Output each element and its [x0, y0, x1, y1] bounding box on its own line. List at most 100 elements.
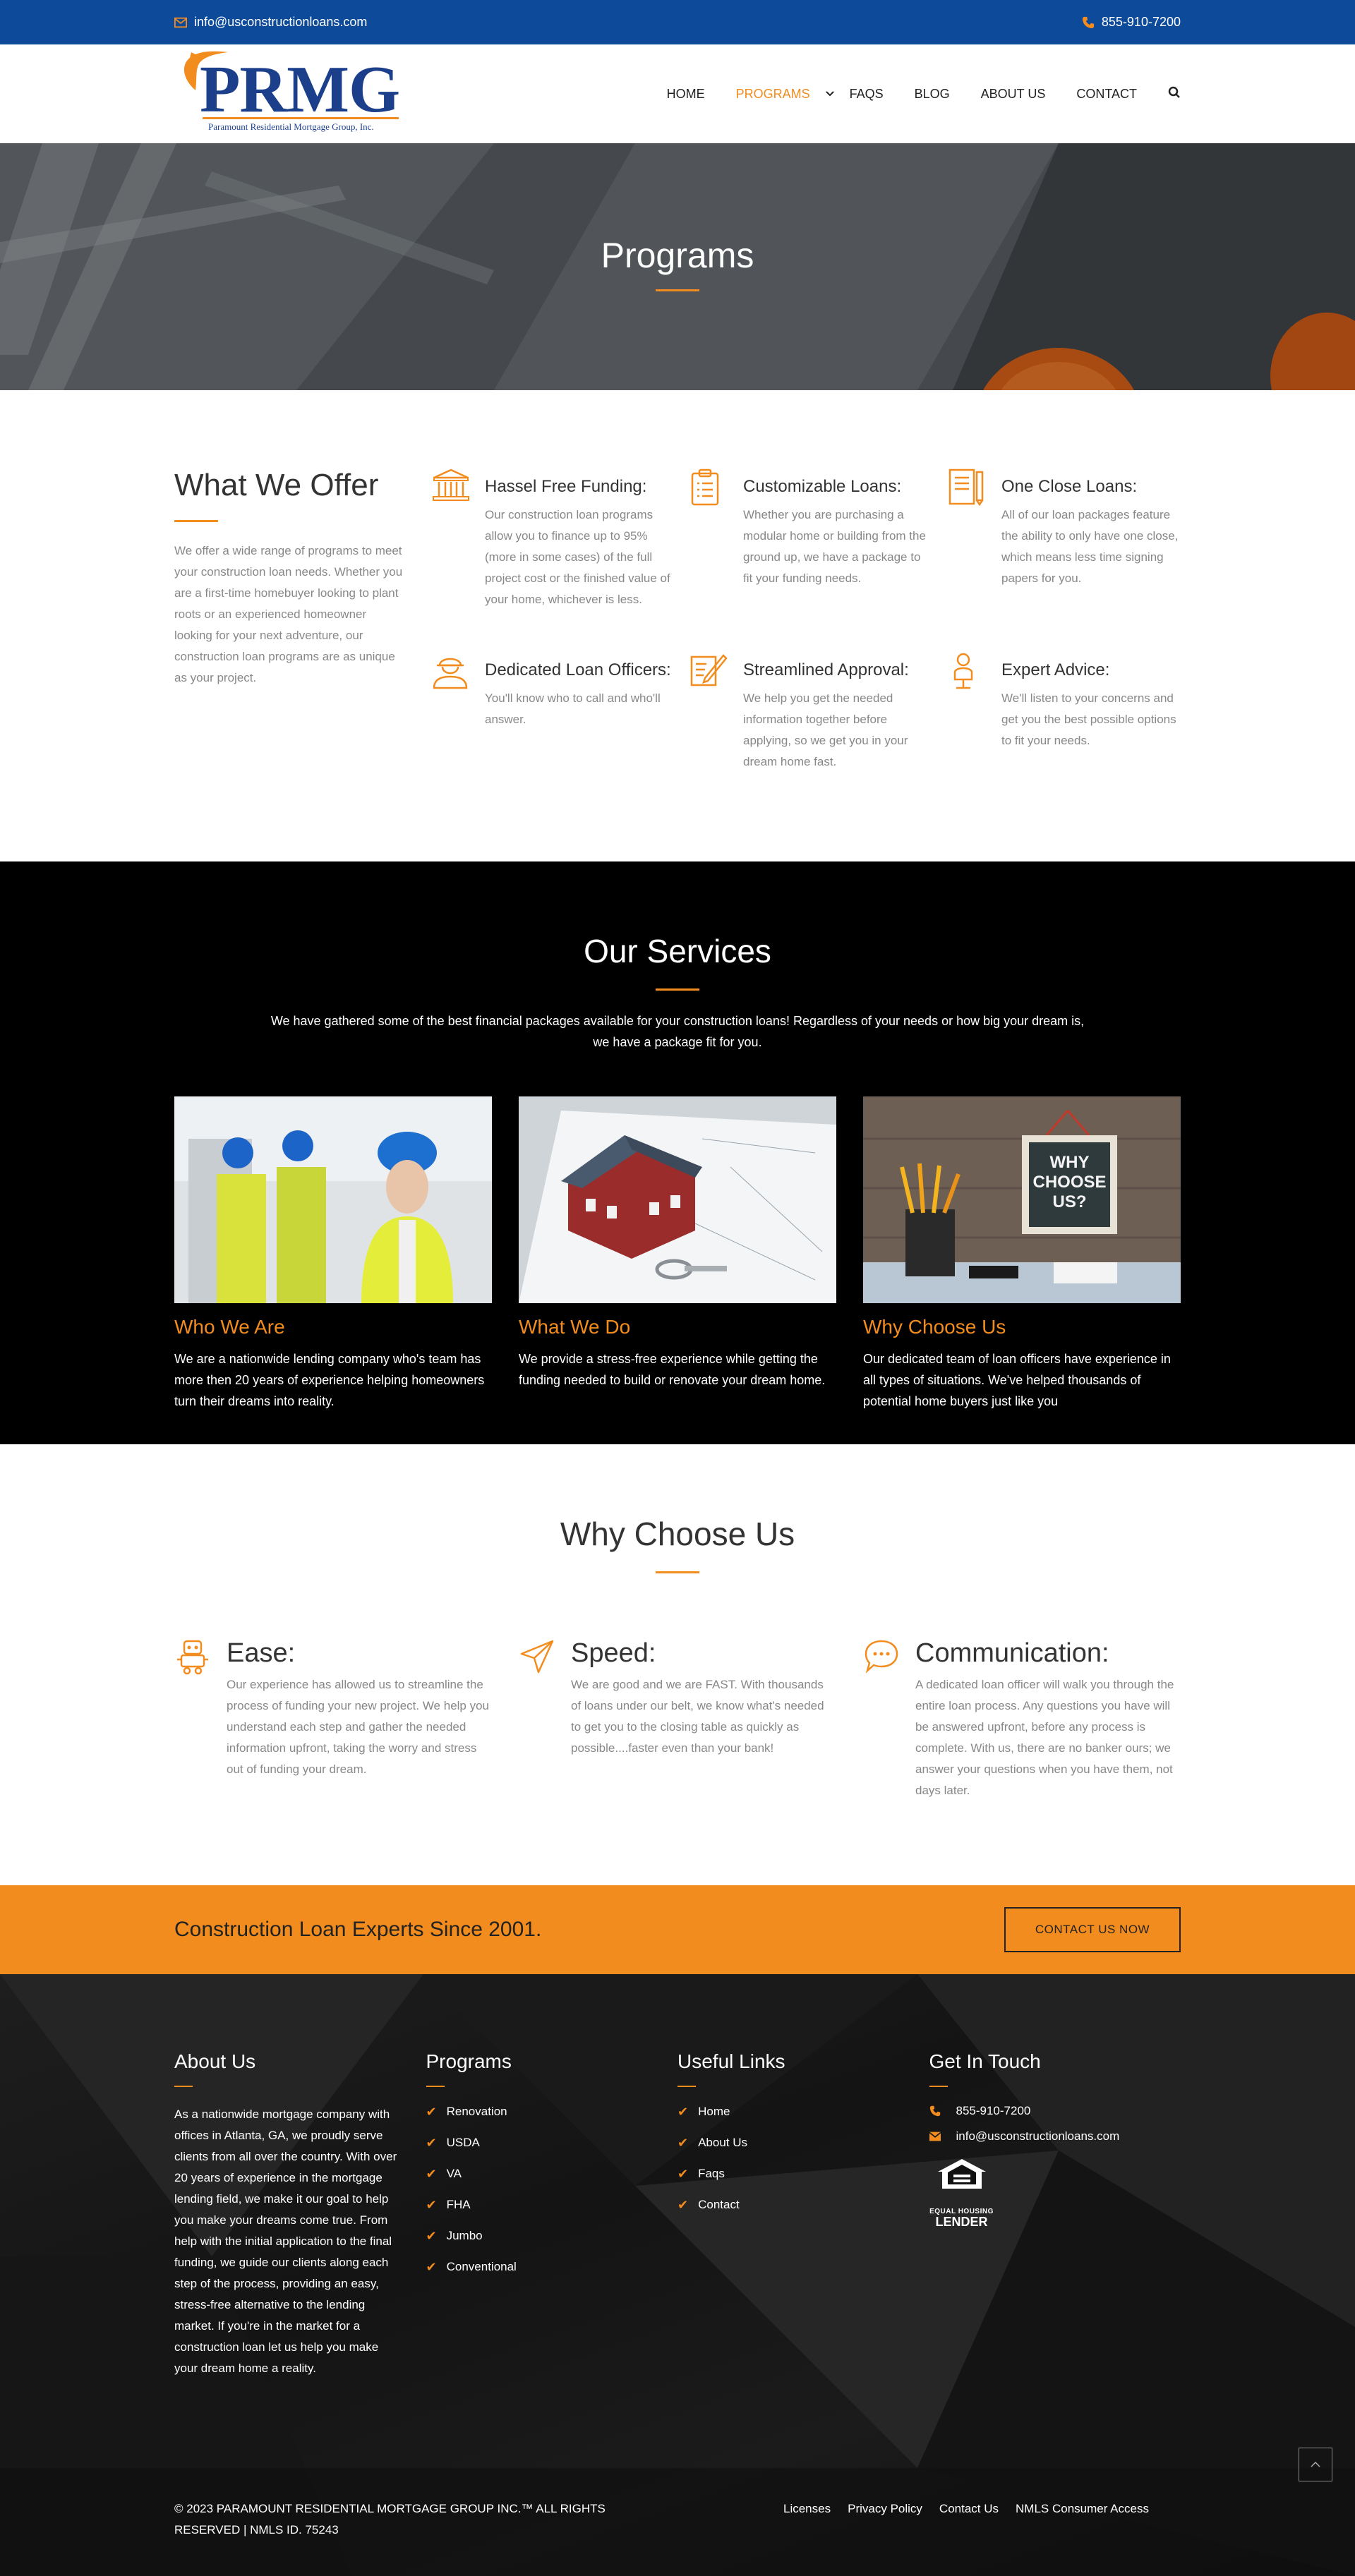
- main-nav: HOME PROGRAMS FAQS BLOG ABOUT US CONTACT: [651, 86, 1181, 102]
- footer-useful-link[interactable]: ✔ Faqs: [678, 2166, 929, 2182]
- advisor-icon: [953, 653, 973, 689]
- robot-icon: [177, 1640, 208, 1675]
- feature-text: We'll listen to your concerns and get yo…: [1001, 691, 1176, 747]
- footer-phone[interactable]: 855-910-7200: [929, 2104, 1181, 2118]
- footer-columns: About Us As a nationwide mortgage compan…: [174, 1974, 1181, 2379]
- footer-email[interactable]: info@usconstructionloans.com: [929, 2129, 1181, 2143]
- why-item-title: Speed:: [571, 1638, 656, 1668]
- check-icon: ✔: [426, 2229, 437, 2243]
- nav-blog-label: BLOG: [914, 86, 950, 101]
- check-icon: ✔: [678, 2198, 689, 2212]
- clipboard-icon: [691, 468, 719, 506]
- ehl-line2: LENDER: [935, 2215, 988, 2229]
- check-icon: ✔: [426, 2198, 437, 2212]
- nav-faqs[interactable]: FAQS: [850, 87, 899, 102]
- why-item: Ease: Our experience has allowed us to st…: [174, 1638, 492, 1801]
- feature-item: Expert Advice: We'll listen to your conce…: [948, 651, 1181, 773]
- nmls-consumer-access-link[interactable]: NMLS Consumer Access: [1016, 2498, 1149, 2520]
- footer-program-link[interactable]: ✔ VA: [426, 2166, 678, 2182]
- service-card-text: We are a nationwide lending company who'…: [174, 1352, 485, 1408]
- site-header: PRMG Paramount Residential Mortgage Grou…: [0, 44, 1355, 143]
- services-title: Our Services: [584, 933, 771, 969]
- service-card: Who We Are We are a nationwide lending c…: [174, 1096, 492, 1412]
- footer-underline: [426, 2086, 445, 2087]
- our-services-section: Our Services We have gathered some of th…: [0, 861, 1355, 1444]
- footer-underline: [174, 2086, 193, 2087]
- footer-program-label: Conventional: [446, 2260, 517, 2273]
- phone-icon: [1082, 16, 1094, 28]
- page-hero: Programs: [0, 143, 1355, 390]
- feature-item: Hassel Free Funding: Our construction loa…: [431, 468, 689, 610]
- nav-programs[interactable]: PROGRAMS: [721, 87, 850, 102]
- site-footer: About Us As a nationwide mortgage compan…: [0, 1974, 1355, 2576]
- logo-subtitle: Paramount Residential Mortgage Group, In…: [208, 121, 374, 132]
- check-icon: ✔: [426, 2167, 437, 2181]
- nav-programs-label: PROGRAMS: [735, 86, 810, 101]
- footer-phone-text: 855-910-7200: [956, 2104, 1031, 2117]
- check-icon: ✔: [678, 2136, 689, 2150]
- feature-item: Dedicated Loan Officers: You'll know who …: [431, 651, 689, 773]
- footer-program-label: Renovation: [446, 2105, 507, 2118]
- search-button[interactable]: [1152, 86, 1181, 102]
- cta-text: Construction Loan Experts Since 2001.: [174, 1918, 542, 1941]
- footer-program-link[interactable]: ✔ USDA: [426, 2135, 678, 2151]
- back-to-top-button[interactable]: [1299, 2448, 1332, 2481]
- feature-item: Customizable Loans: Whether you are purch…: [689, 468, 948, 610]
- licenses-link[interactable]: Licenses: [783, 2498, 831, 2520]
- footer-useful-link[interactable]: ✔ About Us: [678, 2135, 929, 2151]
- nav-contact[interactable]: CONTACT: [1061, 87, 1152, 102]
- footer-program-link[interactable]: ✔ Renovation: [426, 2104, 678, 2120]
- chevron-down-icon: [825, 91, 834, 97]
- pen-paper-icon: [690, 654, 728, 687]
- phone-icon: [929, 2105, 940, 2117]
- why-item-title: Ease:: [227, 1638, 296, 1668]
- nav-blog[interactable]: BLOG: [899, 87, 965, 102]
- cta-banner: Construction Loan Experts Since 2001. CO…: [0, 1885, 1355, 1974]
- footer-useful-link[interactable]: ✔ Home: [678, 2104, 929, 2120]
- house-model-image: [519, 1096, 836, 1303]
- privacy-policy-link[interactable]: Privacy Policy: [848, 2498, 922, 2520]
- service-card-title: Who We Are: [174, 1316, 285, 1338]
- prmg-logo[interactable]: PRMG Paramount Residential Mortgage Grou…: [174, 49, 400, 138]
- feature-title: One Close Loans:: [1001, 477, 1138, 496]
- service-card-text: We provide a stress-free experience whil…: [519, 1352, 826, 1387]
- footer-links-title: Useful Links: [678, 2050, 785, 2072]
- feature-text: Whether you are purchasing a modular hom…: [743, 508, 926, 585]
- footer-program-link[interactable]: ✔ FHA: [426, 2197, 678, 2213]
- footer-underline: [929, 2086, 948, 2087]
- nav-about[interactable]: ABOUT US: [965, 87, 1061, 102]
- footer-link-label: Home: [698, 2105, 730, 2118]
- chevron-up-icon: [1311, 2462, 1320, 2467]
- contact-us-now-button[interactable]: CONTACT US NOW: [1004, 1907, 1181, 1952]
- footer-email-text: info@usconstructionloans.com: [956, 2129, 1120, 2143]
- check-icon: ✔: [678, 2167, 689, 2181]
- service-cards: Who We Are We are a nationwide lending c…: [174, 1096, 1181, 1412]
- why-item: Speed: We are good and we are FAST. With …: [519, 1638, 836, 1801]
- search-icon: [1168, 86, 1180, 98]
- footer-program-link[interactable]: ✔ Jumbo: [426, 2228, 678, 2244]
- service-card: What We Do We provide a stress-free expe…: [519, 1096, 836, 1412]
- topbar-phone-text: 855-910-7200: [1101, 15, 1181, 29]
- why-item-text: We are good and we are FAST. With thousa…: [571, 1678, 824, 1755]
- check-icon: ✔: [426, 2136, 437, 2150]
- why-item-text: A dedicated loan officer will walk you t…: [915, 1678, 1174, 1797]
- feature-title: Dedicated Loan Officers:: [485, 660, 671, 679]
- service-card-title: Why Choose Us: [863, 1316, 1006, 1338]
- offer-intro: What We Offer We offer a wide range of p…: [174, 468, 431, 773]
- footer-useful-link[interactable]: ✔ Contact: [678, 2197, 929, 2213]
- nav-about-label: ABOUT US: [980, 86, 1046, 101]
- what-we-offer-section: What We Offer We offer a wide range of p…: [0, 390, 1355, 861]
- feature-title: Expert Advice:: [1001, 660, 1110, 679]
- why-choose-us-chalkboard-image: WHY CHOOSE US?: [863, 1096, 1181, 1303]
- title-underline: [656, 289, 699, 291]
- nav-home[interactable]: HOME: [651, 87, 721, 102]
- check-icon: ✔: [426, 2105, 437, 2119]
- envelope-icon: [174, 17, 187, 28]
- contact-us-link[interactable]: Contact Us: [939, 2498, 999, 2520]
- topbar-email-text: info@usconstructionloans.com: [194, 15, 368, 29]
- topbar-phone[interactable]: 855-910-7200: [1082, 15, 1181, 30]
- footer-program-link[interactable]: ✔ Conventional: [426, 2259, 678, 2275]
- why-item: Communication: A dedicated loan officer w…: [863, 1638, 1181, 1801]
- logo-wordmark: PRMG: [200, 53, 400, 126]
- topbar-email[interactable]: info@usconstructionloans.com: [174, 15, 367, 30]
